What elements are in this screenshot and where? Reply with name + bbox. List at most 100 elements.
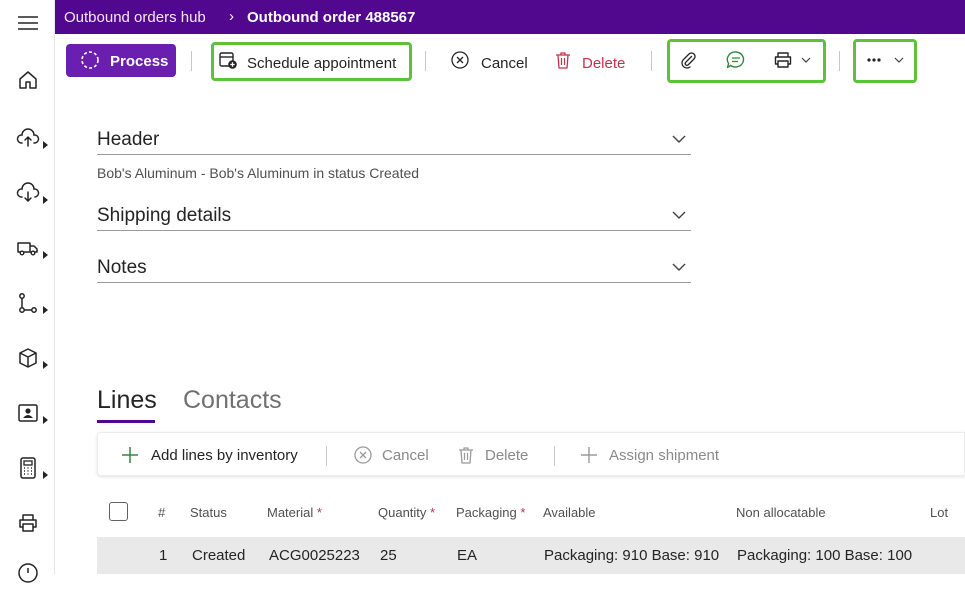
calculator-icon bbox=[20, 457, 36, 479]
toolbar-divider bbox=[326, 446, 327, 466]
box-icon bbox=[19, 348, 37, 368]
cell-number: 1 bbox=[159, 547, 168, 564]
home-icon bbox=[19, 71, 37, 89]
chevron-down-icon bbox=[672, 135, 686, 143]
chevron-down-icon bbox=[894, 57, 904, 63]
toolbar-divider bbox=[425, 51, 426, 71]
col-material-label: Material bbox=[267, 505, 314, 520]
col-status[interactable]: Status bbox=[190, 505, 227, 520]
nav-printing[interactable] bbox=[13, 506, 53, 540]
add-lines-by-inventory-button[interactable]: Add lines by inventory bbox=[120, 433, 306, 477]
table-row[interactable]: 1 Created ACG0025223 25 EA Packaging: 91… bbox=[97, 537, 965, 574]
print-menu-button[interactable] bbox=[773, 44, 815, 77]
col-non-allocatable[interactable]: Non allocatable bbox=[736, 505, 826, 520]
contact-card-icon bbox=[18, 404, 38, 422]
toolbar-divider bbox=[554, 446, 555, 466]
command-bar: Process Schedule appointment Cancel Dele… bbox=[61, 38, 965, 84]
breadcrumb: Outbound orders hub › Outbound order 488… bbox=[55, 0, 965, 34]
nav-inventory[interactable] bbox=[13, 341, 53, 375]
lines-delete-label: Delete bbox=[485, 447, 529, 464]
page-title: Outbound order 488567 bbox=[247, 9, 416, 26]
trash-icon bbox=[556, 52, 570, 69]
expand-caret-icon bbox=[43, 141, 48, 149]
breadcrumb-parent-link[interactable]: Outbound orders hub bbox=[64, 9, 206, 26]
menu-button[interactable] bbox=[13, 7, 53, 41]
expand-caret-icon bbox=[43, 471, 48, 479]
active-tab-indicator bbox=[97, 420, 155, 423]
cell-packaging: EA bbox=[457, 547, 478, 564]
chevron-down-icon bbox=[672, 211, 686, 219]
required-marker: * bbox=[520, 505, 526, 520]
schedule-appointment-button[interactable]: Schedule appointment bbox=[217, 44, 407, 77]
main-content: Header Bob's Aluminum - Bob's Aluminum i… bbox=[61, 90, 965, 574]
add-lines-label: Add lines by inventory bbox=[151, 447, 298, 464]
download-icon bbox=[16, 182, 40, 203]
nav-inbound[interactable] bbox=[13, 121, 53, 155]
expand-caret-icon bbox=[43, 361, 48, 369]
delete-button[interactable]: Delete bbox=[553, 44, 633, 77]
notes-section-toggle[interactable]: Notes bbox=[97, 257, 691, 283]
process-button[interactable]: Process bbox=[66, 44, 176, 77]
cell-material: ACG0025223 bbox=[269, 547, 360, 564]
notes-title: Notes bbox=[97, 257, 147, 278]
nav-billing[interactable] bbox=[13, 451, 53, 485]
chat-icon bbox=[726, 51, 745, 69]
shipping-details-section-toggle[interactable]: Shipping details bbox=[97, 205, 691, 231]
col-packaging[interactable]: Packaging * bbox=[456, 505, 525, 520]
required-marker: * bbox=[430, 505, 436, 520]
comments-button[interactable] bbox=[724, 44, 748, 77]
lines-grid-header: # Status Material * Quantity * Packaging… bbox=[97, 492, 965, 528]
select-all-checkbox[interactable] bbox=[109, 502, 128, 521]
chevron-down-icon bbox=[672, 263, 686, 271]
nav-rail bbox=[0, 0, 55, 583]
toolbar-divider bbox=[651, 51, 652, 71]
lines-cancel-button[interactable]: Cancel bbox=[353, 433, 433, 477]
expand-caret-icon bbox=[43, 416, 48, 424]
tab-lines[interactable]: Lines bbox=[97, 386, 157, 415]
lines-command-bar: Add lines by inventory Cancel Delete Ass… bbox=[97, 432, 965, 476]
col-quantity[interactable]: Quantity * bbox=[378, 505, 435, 520]
nav-outbound[interactable] bbox=[13, 176, 53, 210]
cell-non-allocatable: Packaging: 100 Base: 100 bbox=[737, 547, 913, 564]
menu-icon bbox=[18, 16, 38, 30]
shipping-details-title: Shipping details bbox=[97, 205, 232, 226]
assign-shipment-label: Assign shipment bbox=[609, 447, 720, 464]
expand-caret-icon bbox=[43, 251, 48, 259]
nav-home[interactable] bbox=[13, 63, 53, 97]
col-lot[interactable]: Lot bbox=[930, 505, 948, 520]
tab-contacts[interactable]: Contacts bbox=[183, 386, 282, 415]
chevron-down-icon bbox=[801, 57, 811, 63]
nav-shipping[interactable] bbox=[13, 231, 53, 265]
header-section-toggle[interactable]: Header bbox=[97, 129, 691, 155]
header-section-title: Header bbox=[97, 129, 160, 150]
toolbar-divider bbox=[191, 51, 192, 71]
nav-contacts[interactable] bbox=[13, 396, 53, 430]
attach-button[interactable] bbox=[676, 44, 700, 77]
col-packaging-label: Packaging bbox=[456, 505, 517, 520]
calendar-add-icon bbox=[219, 52, 237, 69]
required-marker: * bbox=[316, 505, 322, 520]
col-quantity-label: Quantity bbox=[378, 505, 427, 520]
cancel-label: Cancel bbox=[481, 55, 528, 72]
cell-quantity: 25 bbox=[380, 547, 397, 564]
breadcrumb-separator: › bbox=[229, 8, 234, 25]
more-dots-icon bbox=[867, 58, 881, 62]
plus-icon bbox=[122, 447, 138, 463]
lines-cancel-label: Cancel bbox=[382, 447, 429, 464]
cancel-circle-icon bbox=[451, 51, 469, 69]
printer-icon bbox=[19, 514, 37, 532]
schedule-appointment-label: Schedule appointment bbox=[247, 55, 397, 72]
expand-caret-icon bbox=[43, 306, 48, 314]
more-actions-button[interactable] bbox=[864, 44, 908, 77]
truck-icon bbox=[17, 242, 38, 256]
assign-shipment-button[interactable]: Assign shipment bbox=[579, 433, 739, 477]
col-available[interactable]: Available bbox=[543, 505, 596, 520]
nav-flow[interactable] bbox=[13, 286, 53, 320]
lines-delete-button[interactable]: Delete bbox=[456, 433, 536, 477]
expand-caret-icon bbox=[43, 196, 48, 204]
col-material[interactable]: Material * bbox=[267, 505, 322, 520]
cancel-circle-icon bbox=[354, 446, 372, 464]
nav-history[interactable] bbox=[13, 556, 53, 590]
flow-icon bbox=[19, 293, 37, 313]
cancel-button[interactable]: Cancel bbox=[450, 44, 530, 77]
